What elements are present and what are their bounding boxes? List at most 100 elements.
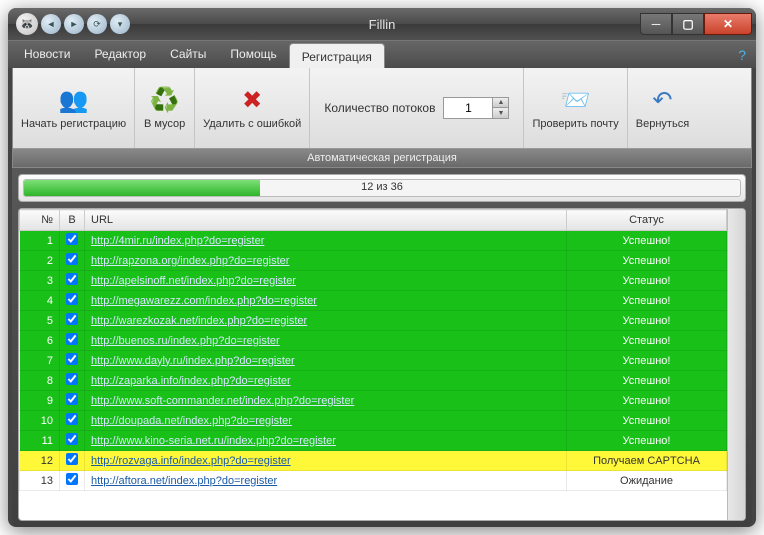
maximize-button[interactable]: ▢ [672,13,704,35]
cell-check[interactable] [60,271,85,291]
delete-error-button[interactable]: ✖ Удалить с ошибкой [195,68,310,148]
col-num[interactable]: № [20,210,60,231]
col-b[interactable]: B [60,210,85,231]
check-mail-label: Проверить почту [532,118,618,131]
menu-registration[interactable]: Регистрация [289,43,385,68]
back-label: Вернуться [636,118,689,131]
close-button[interactable]: ✕ [704,13,752,35]
cell-check[interactable] [60,331,85,351]
title-bar[interactable]: 🦝 ◄ ► ⟳ ▾ Fillin ─ ▢ ✕ [8,8,756,40]
url-link[interactable]: http://megawarezz.com/index.php?do=regis… [91,295,317,307]
table-row[interactable]: 6http://buenos.ru/index.php?do=registerУ… [20,331,727,351]
help-icon[interactable]: ? [738,47,752,63]
table-scroll[interactable]: № B URL Статус 1 http://4mir.ru/index.php… [19,209,727,520]
threads-up-button[interactable]: ▲ [492,98,508,108]
cell-url: http://rapzona.org/index.php?do=register [85,251,567,271]
row-checkbox[interactable] [66,473,78,485]
threads-spinner[interactable]: ▲ ▼ [443,97,509,119]
back-button[interactable]: ↶ Вернуться [628,68,697,148]
cell-url: http://www.dayly.ru/index.php?do=registe… [85,351,567,371]
table-row[interactable]: 4 http://megawarezz.com/index.php?do=regi… [20,291,727,311]
url-link[interactable]: http://buenos.ru/index.php?do=register [91,335,280,347]
nav-back-icon[interactable]: ◄ [41,14,61,34]
nav-refresh-icon[interactable]: ⟳ [87,14,107,34]
table-row[interactable]: 13http://aftora.net/index.php?do=registe… [20,471,727,491]
cell-check[interactable] [60,411,85,431]
cell-check[interactable] [60,291,85,311]
row-checkbox[interactable] [66,393,78,405]
table-row[interactable]: 9http://www.soft-commander.net/index.php… [20,391,727,411]
cell-num: 12 [20,451,60,471]
cell-check[interactable] [60,371,85,391]
row-checkbox[interactable] [66,353,78,365]
trash-button[interactable]: ♻️ В мусор [135,68,195,148]
url-link[interactable]: http://apelsinoff.net/index.php?do=regis… [91,275,296,287]
table-row[interactable]: 12 http://rozvaga.info/index.php?do=regis… [20,451,727,471]
table-row[interactable]: 8http://zaparka.info/index.php?do=regist… [20,371,727,391]
nav-forward-icon[interactable]: ► [64,14,84,34]
col-url[interactable]: URL [85,210,567,231]
cell-check[interactable] [60,251,85,271]
progress-text: 12 из 36 [24,181,740,193]
check-mail-button[interactable]: 📨 Проверить почту [524,68,627,148]
url-link[interactable]: http://doupada.net/index.php?do=register [91,415,292,427]
cell-check[interactable] [60,431,85,451]
delete-error-label: Удалить с ошибкой [203,118,301,131]
menu-help[interactable]: Помощь [218,41,288,68]
cell-url: http://www.kino-seria.net.ru/index.php?d… [85,431,567,451]
cell-url: http://www.soft-commander.net/index.php?… [85,391,567,411]
table-row[interactable]: 3http://apelsinoff.net/index.php?do=regi… [20,271,727,291]
row-checkbox[interactable] [66,293,78,305]
minimize-button[interactable]: ─ [640,13,672,35]
cell-url: http://doupada.net/index.php?do=register [85,411,567,431]
row-checkbox[interactable] [66,233,78,245]
row-checkbox[interactable] [66,453,78,465]
table-row[interactable]: 7http://www.dayly.ru/index.php?do=regist… [20,351,727,371]
url-link[interactable]: http://aftora.net/index.php?do=register [91,475,277,487]
url-link[interactable]: http://www.soft-commander.net/index.php?… [91,395,354,407]
cell-check[interactable] [60,311,85,331]
start-registration-button[interactable]: 👥 Начать регистрацию [13,68,135,148]
sites-table: № B URL Статус 1 http://4mir.ru/index.php… [19,209,727,491]
table-row[interactable]: 2http://rapzona.org/index.php?do=registe… [20,251,727,271]
cell-check[interactable] [60,351,85,371]
threads-input[interactable] [444,101,492,115]
url-link[interactable]: http://rapzona.org/index.php?do=register [91,255,289,267]
url-link[interactable]: http://www.dayly.ru/index.php?do=registe… [91,355,295,367]
row-checkbox[interactable] [66,413,78,425]
row-checkbox[interactable] [66,313,78,325]
row-checkbox[interactable] [66,433,78,445]
cell-num: 1 [20,231,60,251]
app-icon[interactable]: 🦝 [16,13,38,35]
cell-check[interactable] [60,471,85,491]
cell-check[interactable] [60,451,85,471]
cell-status: Успешно! [567,391,727,411]
table-row[interactable]: 10http://doupada.net/index.php?do=regist… [20,411,727,431]
row-checkbox[interactable] [66,273,78,285]
menu-bar: Новости Редактор Сайты Помощь Регистраци… [8,40,756,68]
row-checkbox[interactable] [66,373,78,385]
url-link[interactable]: http://warezkozak.net/index.php?do=regis… [91,315,307,327]
cell-check[interactable] [60,231,85,251]
menu-sites[interactable]: Сайты [158,41,218,68]
table-row[interactable]: 5http://warezkozak.net/index.php?do=regi… [20,311,727,331]
col-status[interactable]: Статус [567,210,727,231]
row-checkbox[interactable] [66,333,78,345]
menu-news[interactable]: Новости [12,41,82,68]
cell-num: 4 [20,291,60,311]
cell-status: Успешно! [567,431,727,451]
row-checkbox[interactable] [66,253,78,265]
table-row[interactable]: 11http://www.kino-seria.net.ru/index.php… [20,431,727,451]
cell-status: Получаем CAPTCHA [567,451,727,471]
url-link[interactable]: http://rozvaga.info/index.php?do=registe… [91,455,291,467]
nav-home-icon[interactable]: ▾ [110,14,130,34]
url-link[interactable]: http://4mir.ru/index.php?do=register [91,235,264,247]
cell-check[interactable] [60,391,85,411]
url-link[interactable]: http://zaparka.info/index.php?do=registe… [91,375,291,387]
vertical-scrollbar[interactable] [727,209,745,520]
table-row[interactable]: 1http://4mir.ru/index.php?do=registerУсп… [20,231,727,251]
threads-down-button[interactable]: ▼ [492,108,508,118]
url-link[interactable]: http://www.kino-seria.net.ru/index.php?d… [91,435,336,447]
progress-container: 12 из 36 [18,174,746,202]
menu-editor[interactable]: Редактор [82,41,158,68]
